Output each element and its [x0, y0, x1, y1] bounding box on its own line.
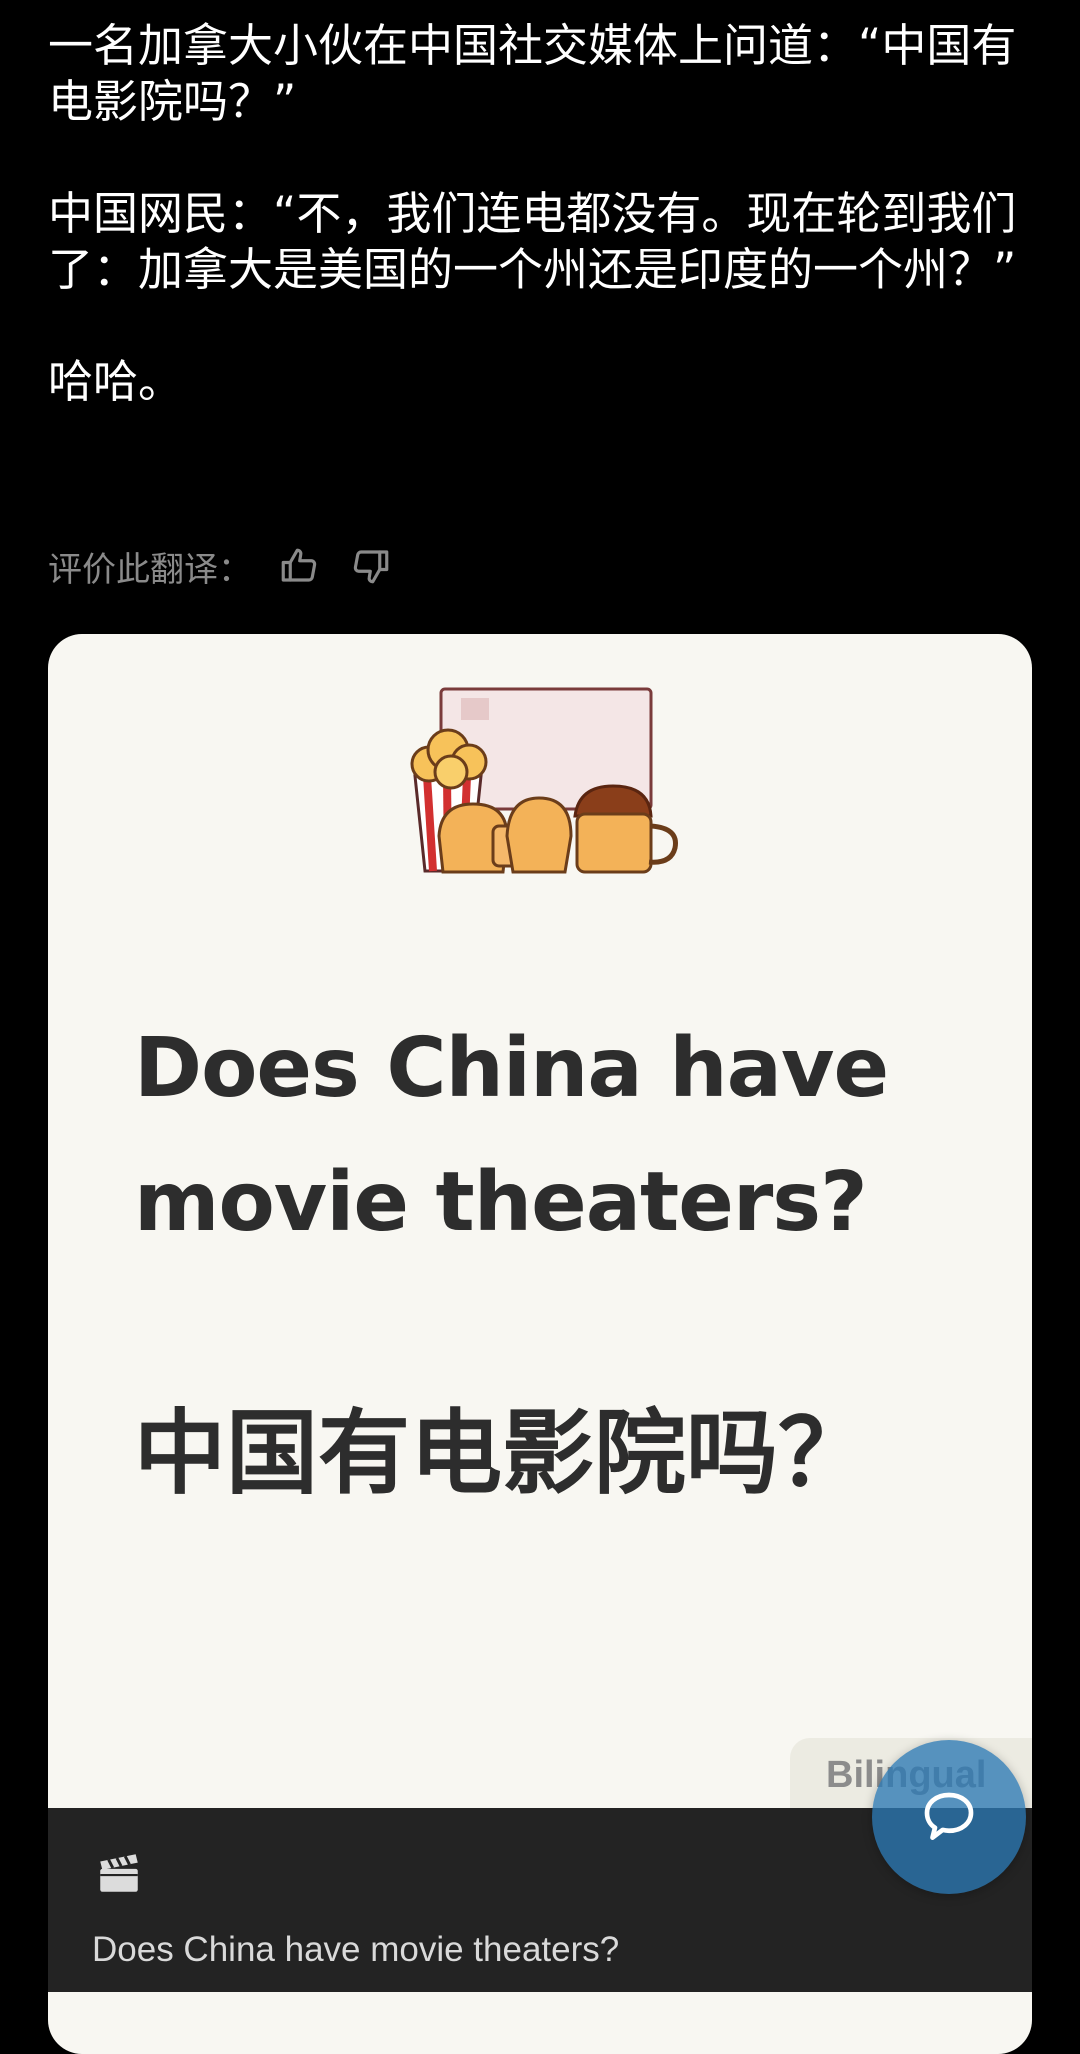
cover-title-chinese: 中国有电影院吗？ — [134, 1400, 871, 1507]
thumbs-down-button[interactable] — [346, 541, 396, 591]
thumbs-up-button[interactable] — [274, 541, 324, 591]
video-caption: Does China have movie theaters? — [92, 1930, 620, 1969]
popcorn-snacks-illustration — [410, 687, 678, 874]
clapperboard-icon — [100, 1854, 138, 1892]
post-body: 一名加拿大小伙在中国社交媒体上问道：“中国有电影院吗？” 中国网民：“不，我们连… — [48, 18, 1038, 410]
rate-translation-label: 评价此翻译： — [48, 549, 252, 590]
post-paragraph: 哈哈。 — [48, 355, 184, 408]
thumbs-down-icon — [353, 550, 389, 584]
chat-floating-button[interactable] — [872, 1740, 1026, 1894]
translation-rating: 评价此翻译： — [48, 538, 396, 594]
cover-title-english: Does China have movie theaters? — [134, 1021, 889, 1250]
post-paragraph: 中国网民：“不，我们连电都没有。现在轮到我们了：加拿大是美国的一个州还是印度的一… — [48, 187, 1017, 296]
thumbs-up-icon — [281, 548, 317, 582]
post-paragraph: 一名加拿大小伙在中国社交媒体上问道：“中国有电影院吗？” — [48, 19, 1017, 128]
chat-bubble-icon — [924, 1792, 974, 1840]
